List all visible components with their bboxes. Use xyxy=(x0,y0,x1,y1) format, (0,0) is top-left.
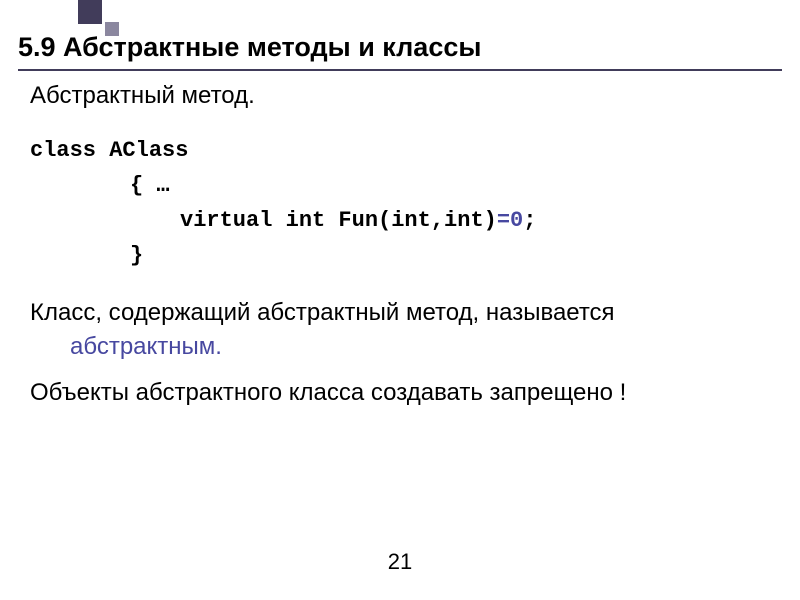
description-paragraph: Класс, содержащий абстрактный метод, наз… xyxy=(30,296,770,363)
code-block: class AClass { … virtual int Fun(int,int… xyxy=(30,138,770,268)
slide-content: Абстрактный метод. class AClass { … virt… xyxy=(30,82,770,407)
decoration-square-large xyxy=(78,0,102,24)
code-line-2: { … xyxy=(130,173,770,198)
slide-decoration xyxy=(0,0,140,35)
slide-title: 5.9 Абстрактные методы и классы xyxy=(18,32,782,63)
page-number: 21 xyxy=(388,549,412,575)
code-line-4: } xyxy=(130,243,770,268)
code-line-1: class AClass xyxy=(30,138,770,163)
description-text: Класс, содержащий абстрактный метод, наз… xyxy=(30,299,615,326)
code-text: ; xyxy=(523,208,536,233)
warning-text: Объекты абстрактного класса создавать за… xyxy=(30,379,770,407)
subtitle: Абстрактный метод. xyxy=(30,82,770,110)
code-text: virtual int Fun(int,int) xyxy=(180,208,497,233)
description-highlighted: абстрактным. xyxy=(70,330,770,364)
slide-title-container: 5.9 Абстрактные методы и классы xyxy=(18,32,782,71)
code-highlight: =0 xyxy=(497,208,523,233)
code-line-3: virtual int Fun(int,int)=0; xyxy=(180,208,770,233)
